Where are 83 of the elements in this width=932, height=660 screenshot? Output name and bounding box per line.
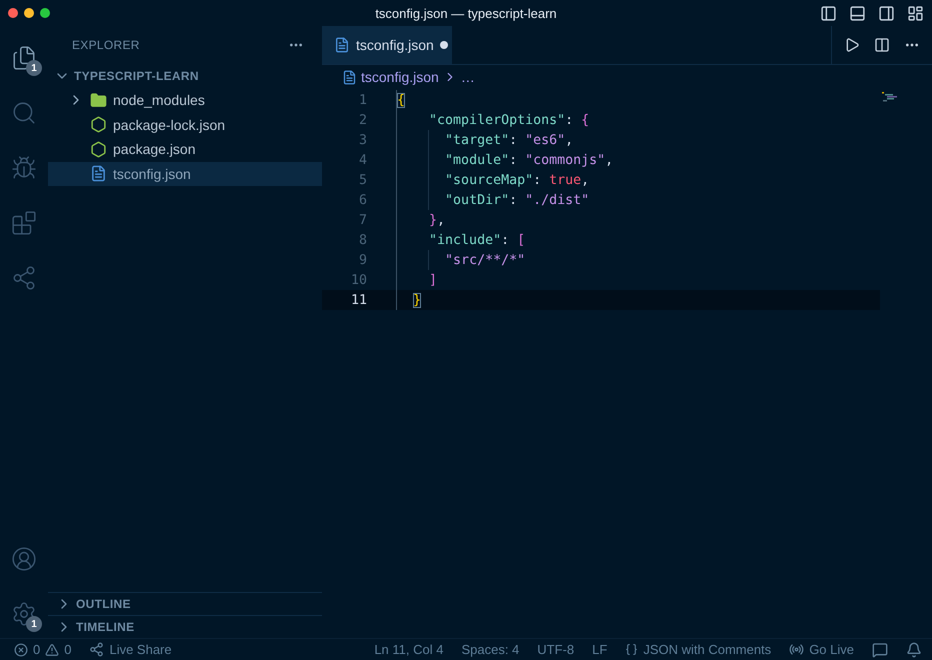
share-icon — [89, 642, 104, 657]
line-number: 3 — [358, 132, 368, 148]
folder-icon — [90, 92, 107, 109]
badge: 1 — [26, 616, 42, 632]
code-line: "module": "commonjs", — [396, 150, 614, 170]
tree-item[interactable]: package.json — [48, 137, 322, 162]
minimap-drawing — [882, 92, 898, 102]
go-live-button[interactable]: Go Live — [809, 642, 854, 657]
code-line: }, — [396, 210, 446, 230]
window-title: tsconfig.json — typescript-learn — [375, 6, 557, 20]
breadcrumb-item[interactable]: tsconfig.json — [361, 69, 439, 85]
files-icon — [11, 45, 37, 71]
section-title: OUTLINE — [76, 597, 131, 611]
settings-icon — [11, 601, 37, 627]
status-item[interactable]: Spaces: 4 — [461, 642, 520, 657]
line-number: 10 — [350, 272, 368, 288]
file-name: tsconfig.json — [113, 166, 191, 182]
language-mode[interactable]: JSON with Comments — [643, 642, 772, 657]
ts-file-icon — [342, 70, 357, 84]
account-icon — [11, 546, 37, 572]
run-icon[interactable] — [844, 37, 860, 53]
ts-file-icon — [90, 165, 107, 182]
code-line: } — [396, 290, 422, 310]
tree-item[interactable]: tsconfig.json — [48, 162, 322, 186]
line-number: 6 — [358, 192, 368, 208]
close-button[interactable] — [8, 8, 18, 18]
hexagon-icon — [90, 116, 107, 134]
code-line: "outDir": "./dist" — [396, 190, 590, 210]
line-number: 5 — [358, 172, 368, 188]
editor-tab[interactable]: tsconfig.json — [322, 26, 452, 64]
file-name: package.json — [113, 141, 196, 158]
layout-icon[interactable] — [907, 4, 924, 22]
maximize-button[interactable] — [40, 8, 50, 18]
minimize-button[interactable] — [24, 8, 34, 18]
line-number: 7 — [358, 212, 368, 228]
share-icon — [11, 265, 37, 291]
tree-item[interactable]: package-lock.json — [48, 112, 322, 137]
live-share-button[interactable]: Live Share — [109, 642, 172, 657]
tree-root[interactable]: TYPESCRIPT-LEARN — [48, 64, 322, 88]
tab-label: tsconfig.json — [356, 37, 434, 53]
files-button[interactable]: 1 — [6, 40, 42, 76]
status-item[interactable]: UTF-8 — [537, 642, 574, 657]
badge: 1 — [26, 60, 42, 76]
broadcast-icon — [789, 642, 804, 657]
line-number: 4 — [358, 152, 368, 168]
folder-name: TYPESCRIPT-LEARN — [74, 69, 199, 83]
line-number: 9 — [358, 252, 368, 268]
sidebar-toggle-icon[interactable] — [820, 4, 837, 22]
ts-file-icon — [334, 37, 350, 53]
code-line: "compilerOptions": { — [396, 110, 590, 130]
line-number: 1 — [358, 92, 368, 108]
secondary-sidebar-icon[interactable] — [878, 4, 895, 22]
code-line: "include": [ — [396, 230, 526, 250]
status-item[interactable]: LF — [592, 642, 608, 657]
code-line: { — [396, 90, 406, 110]
sidebar-title: EXPLORER — [72, 38, 140, 52]
breadcrumb-item[interactable]: … — [460, 69, 475, 85]
section-header[interactable]: OUTLINE — [48, 592, 322, 615]
line-number: 8 — [358, 232, 368, 248]
code-line: "src/**/*" — [396, 250, 526, 270]
code-line: "sourceMap": true, — [396, 170, 590, 190]
status-item[interactable]: Ln 11, Col 4 — [374, 642, 444, 657]
settings-button[interactable]: 1 — [6, 596, 42, 632]
problems-button[interactable]: 0 0 — [14, 642, 72, 657]
bug-icon — [11, 155, 37, 181]
search-icon — [11, 100, 37, 126]
section-header[interactable]: TIMELINE — [48, 615, 322, 638]
code-line: "target": "es6", — [396, 130, 574, 150]
blocks-icon — [11, 210, 37, 236]
line-number: 2 — [358, 112, 368, 128]
file-name: node_modules — [113, 92, 205, 108]
bell-icon[interactable] — [906, 642, 922, 658]
feedback-icon[interactable] — [872, 642, 888, 658]
warning-icon — [45, 642, 60, 656]
section-title: TIMELINE — [76, 620, 134, 634]
split-editor-icon[interactable] — [874, 37, 890, 53]
file-name: package-lock.json — [113, 116, 226, 133]
hexagon-icon — [90, 140, 107, 158]
line-number: 11 — [350, 292, 368, 308]
braces-icon — [625, 643, 638, 656]
error-icon — [14, 642, 28, 656]
panel-toggle-icon[interactable] — [849, 4, 866, 22]
tree-item[interactable]: node_modules — [48, 88, 322, 112]
